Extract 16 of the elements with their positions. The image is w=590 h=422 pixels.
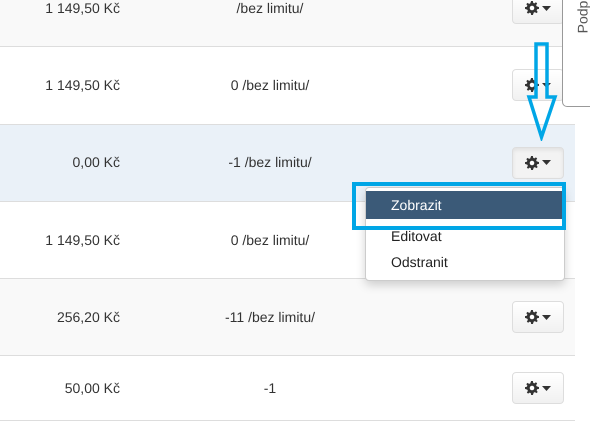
side-tab[interactable]: Podp [562, 0, 590, 107]
limit-cell: -1 /bez limitu/ [228, 154, 312, 170]
menu-item[interactable]: Editovat [366, 219, 564, 249]
limit-cell: 0 /bez limitu/ [230, 76, 310, 93]
limit-cell: /bez limitu/ [236, 0, 304, 16]
limit-cell: -11 /bez limitu/ [225, 308, 315, 325]
price-cell: 1 149,50 Kč [45, 0, 120, 16]
limit-cell: -1 [264, 380, 276, 396]
menu-item[interactable]: Odstranit [366, 249, 564, 277]
price-cell: 50,00 Kč [64, 380, 120, 396]
menu-item[interactable]: Zobrazit [366, 191, 564, 219]
limit-cell: 0 /bez limitu/ [230, 232, 310, 248]
price-cell: 1 149,50 Kč [45, 76, 120, 93]
price-cell: 256,20 Kč [56, 308, 120, 325]
price-cell: 0,00 Kč [72, 154, 120, 170]
price-cell: 1 149,50 Kč [45, 232, 120, 248]
